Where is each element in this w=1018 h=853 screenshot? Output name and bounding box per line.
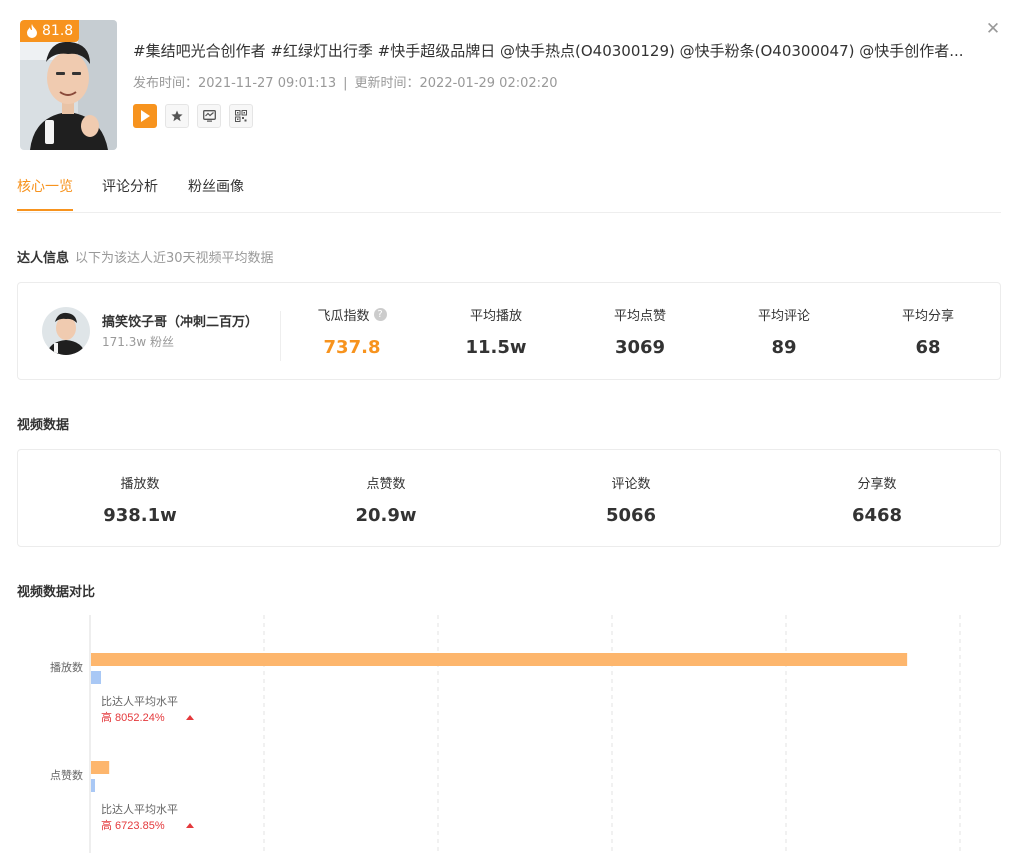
meta-separator: | xyxy=(343,76,348,91)
kol-section-subtitle: 以下为该达人近30天视频平均数据 xyxy=(75,251,274,266)
video-actions xyxy=(133,104,253,128)
stat-shares: 分享数 6468 xyxy=(829,473,925,526)
fire-icon xyxy=(27,24,37,38)
stat-label: 飞瓜指数 xyxy=(317,309,370,324)
kol-fans-count: 171.3w 粉丝 xyxy=(102,335,174,349)
close-icon[interactable]: ✕ xyxy=(984,20,1002,38)
avatar[interactable] xyxy=(42,307,90,355)
compare-section-title: 视频数据对比 xyxy=(17,585,96,600)
stat-value: 20.9w xyxy=(355,505,417,526)
stat-label: 平均评论 xyxy=(757,309,810,324)
stat-label: 平均点赞 xyxy=(613,309,666,324)
play-button[interactable] xyxy=(133,104,157,128)
stat-value: 11.5w xyxy=(465,337,527,358)
comparison-chart: 播放数 比达人平均水平高 8052.24% 点赞数 比达人平均水平高 6723.85% xyxy=(17,610,1001,853)
video-thumbnail[interactable]: 81.8 xyxy=(20,20,117,150)
stat-label: 平均分享 xyxy=(901,309,954,324)
publish-time: 2021-11-27 09:01:13 xyxy=(198,76,337,91)
stat-value: 68 xyxy=(915,337,941,358)
compare-caption: 比达人平均水平 xyxy=(101,803,178,816)
kol-info-card: 搞笑饺子哥（冲刺二百万） 171.3w 粉丝 飞瓜指数? 737.8 平均播放 … xyxy=(17,282,1001,380)
stat-value: 3069 xyxy=(614,337,666,358)
play-icon xyxy=(141,110,150,122)
hot-score-badge: 81.8 xyxy=(20,20,79,42)
stat-avg-likes: 平均点赞 3069 xyxy=(592,305,688,358)
stat-plays: 播放数 938.1w xyxy=(92,473,188,526)
stat-likes: 点赞数 20.9w xyxy=(338,473,434,526)
kol-section-title: 达人信息 以下为该达人近30天视频平均数据 xyxy=(17,247,274,266)
video-meta: 发布时间：2021-11-27 09:01:13 | 更新时间：2022-01-29… xyxy=(133,72,558,91)
stat-avg-comments: 平均评论 89 xyxy=(736,305,832,358)
up-arrow-icon xyxy=(186,823,194,828)
stat-label: 播放数 xyxy=(120,477,160,492)
publish-label: 发布时间： xyxy=(133,76,199,91)
detail-tabs: 核心一览 评论分析 粉丝画像 xyxy=(17,164,1001,213)
stat-avg-shares: 平均分享 68 xyxy=(880,305,976,358)
compare-percent: 高 8052.24% xyxy=(101,710,165,724)
compare-percent: 高 6723.85% xyxy=(101,818,165,832)
kol-avatar-image xyxy=(42,307,90,355)
star-icon xyxy=(171,110,183,122)
help-icon[interactable]: ? xyxy=(373,308,387,321)
qrcode-icon xyxy=(235,110,247,122)
stat-value: 89 xyxy=(771,337,797,358)
stat-avg-plays: 平均播放 11.5w xyxy=(448,305,544,358)
video-data-card: 播放数 938.1w 点赞数 20.9w 评论数 5066 分享数 6468 xyxy=(17,449,1001,547)
update-time: 2022-01-29 02:02:20 xyxy=(419,76,558,91)
tab-overview[interactable]: 核心一览 xyxy=(17,176,73,196)
bar-video xyxy=(91,761,110,774)
qrcode-button[interactable] xyxy=(229,104,253,128)
compare-caption: 比达人平均水平 xyxy=(101,695,178,708)
video-title: #集结吧光合创作者 #红绿灯出行季 #快手超级品牌日 @快手热点(O403001… xyxy=(133,42,964,60)
favorite-button[interactable] xyxy=(165,104,189,128)
trend-button[interactable] xyxy=(197,104,221,128)
hot-score-value: 81.8 xyxy=(42,23,74,39)
video-section-title: 视频数据 xyxy=(17,418,70,433)
bar-kol-average xyxy=(91,779,95,792)
stat-label: 评论数 xyxy=(611,477,651,492)
category-label: 播放数 xyxy=(50,660,83,674)
tab-fan-profile[interactable]: 粉丝画像 xyxy=(188,176,244,196)
update-label: 更新时间： xyxy=(354,76,420,91)
stat-label: 分享数 xyxy=(857,477,897,492)
divider xyxy=(280,311,281,361)
stat-value: 938.1w xyxy=(103,505,177,526)
comparison-chart-svg: 播放数比达人平均水平高 8052.24%点赞数比达人平均水平高 6723.85% xyxy=(50,615,961,853)
bar-kol-average xyxy=(91,671,102,684)
kol-section-heading: 达人信息 xyxy=(17,251,70,266)
tab-comment-analysis[interactable]: 评论分析 xyxy=(102,176,158,196)
stat-value: 5066 xyxy=(605,505,657,526)
category-label: 点赞数 xyxy=(50,769,83,782)
monitor-chart-icon xyxy=(202,110,216,122)
kol-name[interactable]: 搞笑饺子哥（冲刺二百万） xyxy=(102,311,268,330)
stat-label: 平均播放 xyxy=(469,309,522,324)
up-arrow-icon xyxy=(186,715,194,720)
stat-comments: 评论数 5066 xyxy=(583,473,679,526)
stat-value: 737.8 xyxy=(323,337,381,358)
active-tab-indicator xyxy=(17,209,73,211)
stat-label: 点赞数 xyxy=(366,477,406,492)
stat-feigua-index: 飞瓜指数? 737.8 xyxy=(304,305,400,358)
bar-video xyxy=(91,653,908,666)
stat-value: 6468 xyxy=(851,505,903,526)
